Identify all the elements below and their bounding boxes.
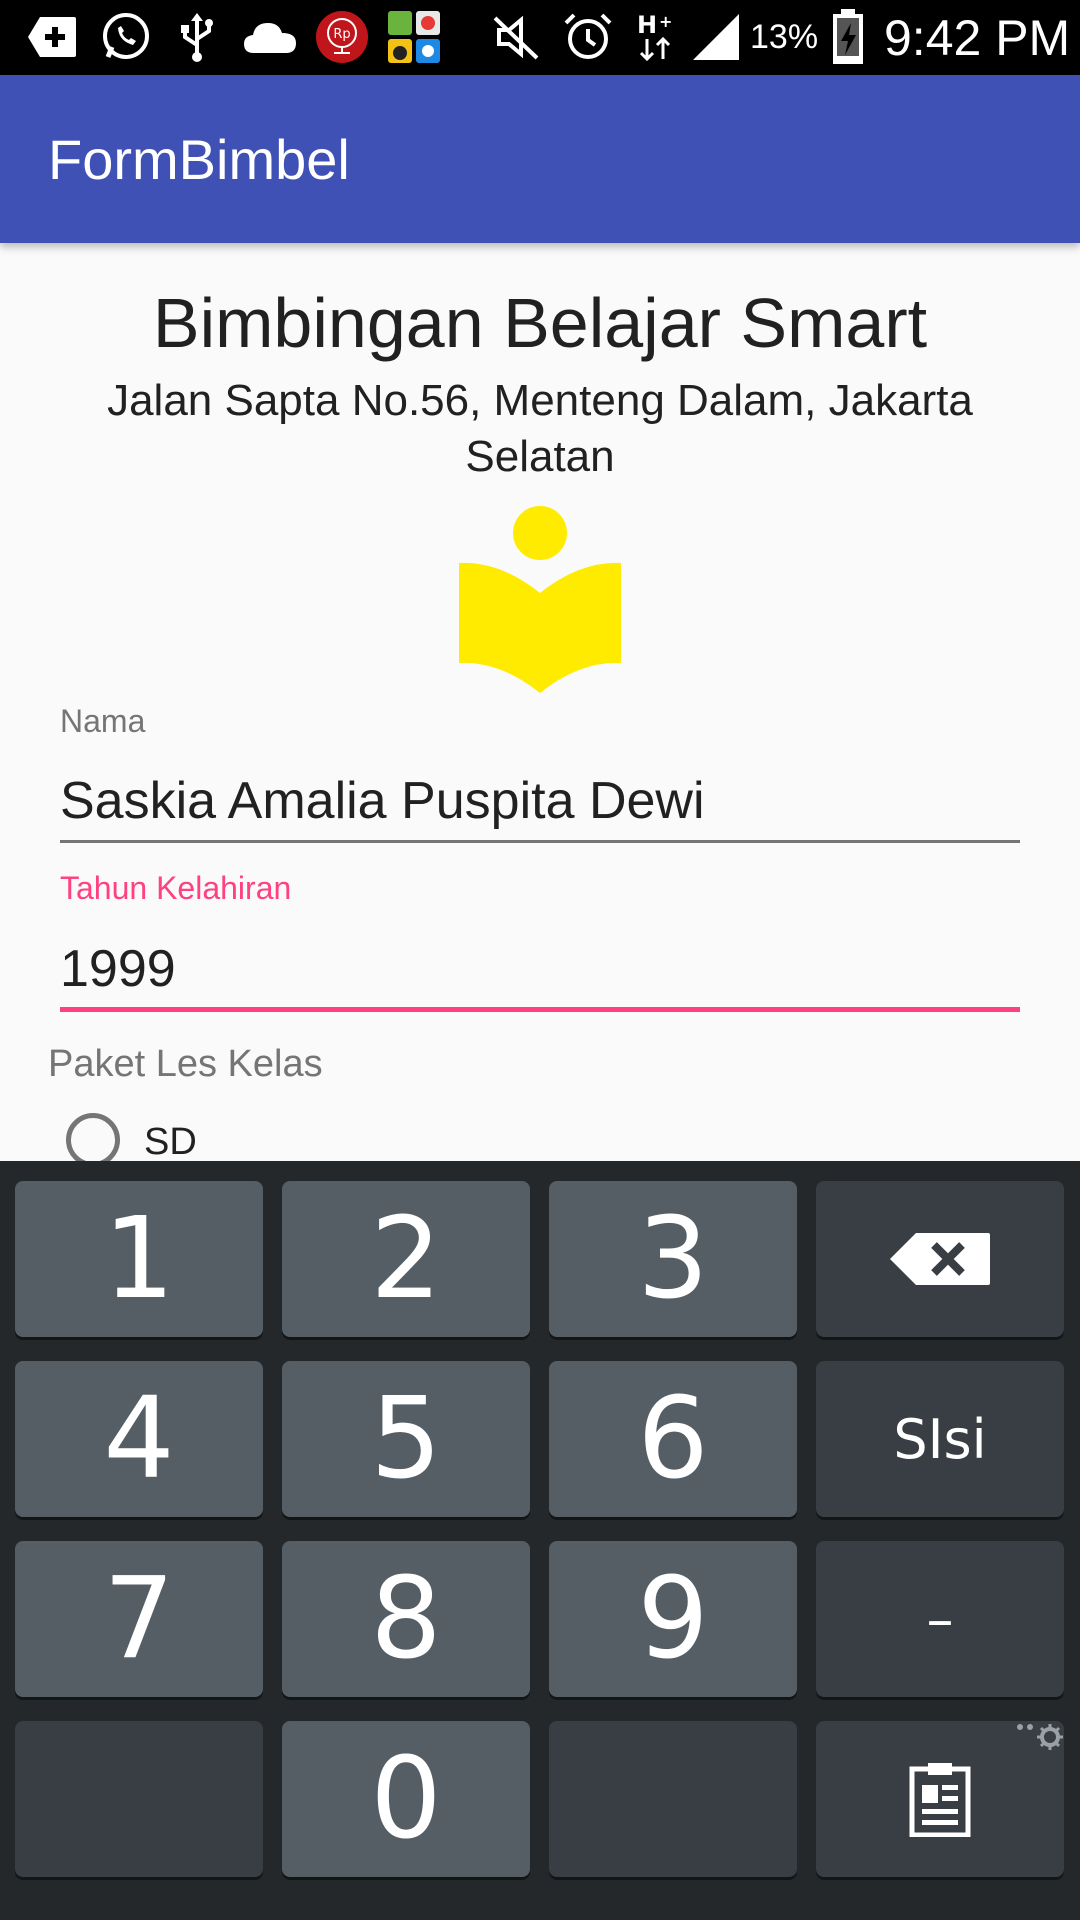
key-4[interactable]: 4 [15,1361,263,1517]
backspace-key[interactable] [816,1181,1064,1337]
key-8[interactable]: 8 [282,1541,530,1697]
dash-key[interactable]: – [816,1541,1064,1697]
name-label: Nama [60,703,146,739]
blank-key-left[interactable] [15,1721,263,1877]
svg-text:H: H [637,11,657,39]
radio-sd-label[interactable]: SD [144,1121,197,1161]
numeric-keyboard: 1 2 3 4 5 6 SIsi 7 8 9 – 0 [0,1161,1080,1920]
backspace-icon [890,1233,990,1285]
key-2[interactable]: 2 [282,1181,530,1337]
blank-key-right[interactable] [549,1721,797,1877]
whatsapp-icon [98,12,154,62]
svg-text:+: + [659,12,672,31]
add-box-icon [22,12,82,62]
package-label: Paket Les Kelas [48,1043,323,1085]
year-input[interactable]: 1999 [60,939,176,999]
clock: 9:42 PM [884,9,1071,66]
name-input[interactable]: Saskia Amalia Puspita Dewi [60,771,705,831]
signal-icon [690,12,742,62]
form-content[interactable]: Bimbingan Belajar Smart Jalan Sapta No.5… [0,243,1080,1161]
usb-icon [172,12,222,62]
clipboard-key[interactable] [816,1721,1064,1877]
key-5[interactable]: 5 [282,1361,530,1517]
apps-folder-icon [384,11,444,63]
rupiah-app-icon: Rp [312,11,372,63]
app-title: FormBimbel [48,127,350,191]
hplus-data-icon: H + [632,11,682,62]
name-underline [60,840,1020,843]
key-3[interactable]: 3 [549,1181,797,1337]
radio-sd[interactable] [66,1113,120,1161]
key-9[interactable]: 9 [549,1541,797,1697]
org-title: Bimbingan Belajar Smart [152,284,928,362]
status-bar: Rp H + 13% 9:42 PM [0,0,1080,75]
battery-percent: 13% [750,18,819,56]
battery-charging-icon [828,9,868,64]
org-address: Jalan Sapta No.56, Menteng Dalam, Jakart… [107,376,973,481]
key-1[interactable]: 1 [15,1181,263,1337]
svg-text:Rp: Rp [333,27,350,42]
year-underline [60,1007,1020,1012]
alarm-icon [560,12,616,62]
cloud-icon [240,12,300,62]
book-logo-icon [459,506,621,693]
settings-icon [1017,1724,1063,1750]
app-bar: FormBimbel [0,75,1080,243]
mute-icon [488,12,544,62]
key-7[interactable]: 7 [15,1541,263,1697]
clipboard-icon [909,1763,971,1837]
key-0[interactable]: 0 [282,1721,530,1877]
key-6[interactable]: 6 [549,1361,797,1517]
year-label: Tahun Kelahiran [60,870,292,906]
fill-key[interactable]: SIsi [816,1361,1064,1517]
